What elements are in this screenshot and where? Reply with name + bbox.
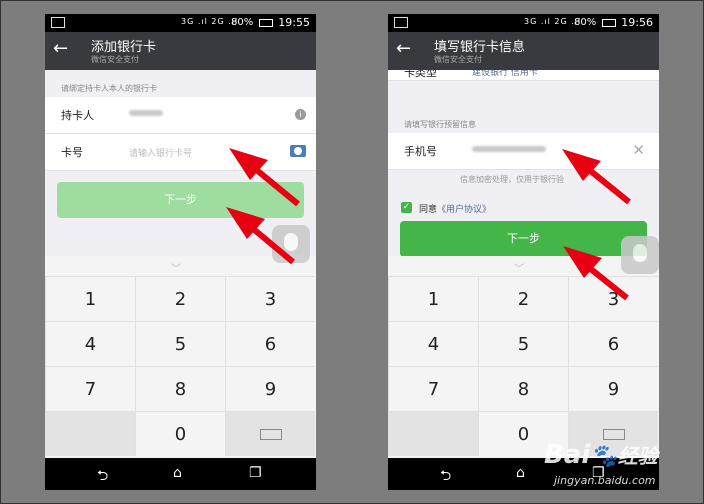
watermark-url: jingyan.baidu.com: [554, 474, 656, 487]
watermark-logo: Bai🐾经验: [544, 440, 658, 470]
annotation-arrow: [563, 246, 629, 301]
annotation-arrow: [562, 149, 631, 205]
annotation-arrow: [226, 207, 295, 265]
annotation-arrows: [226, 148, 631, 301]
annotation-arrow: [229, 148, 300, 207]
